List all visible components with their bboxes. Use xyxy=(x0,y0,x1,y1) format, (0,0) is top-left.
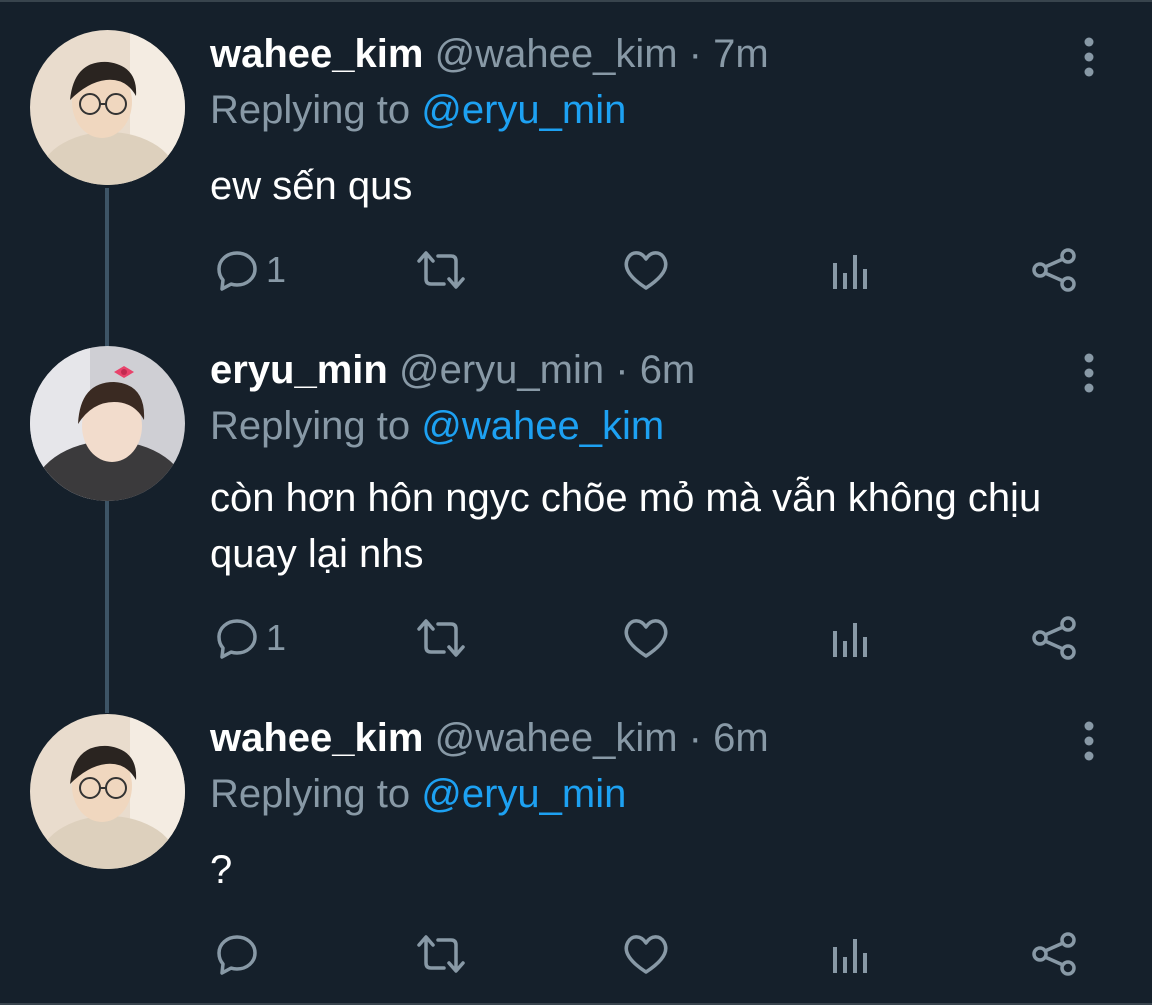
replying-to-line: Replying to @eryu_min xyxy=(210,770,626,818)
analytics-icon xyxy=(833,623,867,657)
separator-dot: · xyxy=(688,716,702,760)
like-icon xyxy=(624,251,668,290)
like-button[interactable] xyxy=(622,242,670,298)
retweet-icon xyxy=(417,251,465,289)
share-icon xyxy=(1032,248,1076,292)
replying-to-line: Replying to @eryu_min xyxy=(210,86,626,134)
retweet-icon xyxy=(417,619,465,657)
display-name[interactable]: eryu_min xyxy=(210,348,388,392)
replying-to-label: Replying to xyxy=(210,404,411,448)
more-icon[interactable] xyxy=(1074,714,1104,762)
share-button[interactable] xyxy=(1030,242,1078,298)
avatar-wahee-kim[interactable] xyxy=(30,30,185,185)
handle[interactable]: @wahee_kim xyxy=(435,716,678,760)
reply-icon xyxy=(217,619,257,659)
analytics-button[interactable] xyxy=(830,610,870,666)
retweet-button[interactable] xyxy=(414,610,468,666)
handle[interactable]: @eryu_min xyxy=(399,348,604,392)
replying-to-label: Replying to xyxy=(210,88,411,132)
reply-button[interactable] xyxy=(214,926,266,982)
more-icon[interactable] xyxy=(1074,346,1104,394)
handle[interactable]: @wahee_kim xyxy=(435,32,678,76)
retweet-button[interactable] xyxy=(414,926,468,982)
replying-to-mention[interactable]: @eryu_min xyxy=(421,772,626,816)
action-bar xyxy=(0,926,1152,982)
share-icon xyxy=(1032,616,1076,660)
reply-button[interactable]: 1 xyxy=(214,242,286,298)
retweet-icon xyxy=(417,935,465,973)
more-icon[interactable] xyxy=(1074,30,1104,78)
share-icon xyxy=(1032,932,1076,976)
top-divider xyxy=(0,0,1152,2)
tweet-header: wahee_kim @wahee_kim · 7m xyxy=(210,30,769,78)
action-bar: 1 xyxy=(0,242,1152,298)
replying-to-mention[interactable]: @wahee_kim xyxy=(421,404,664,448)
reply-count: 1 xyxy=(266,249,287,290)
avatar-eryu-min[interactable] xyxy=(30,346,185,501)
reply-icon xyxy=(217,251,257,291)
tweet-text: còn hơn hôn ngyc chõe mỏ mà vẫn không ch… xyxy=(210,476,1042,576)
reply-count: 1 xyxy=(266,617,287,658)
reply-button[interactable]: 1 xyxy=(214,610,286,666)
like-button[interactable] xyxy=(622,610,670,666)
replying-to-label: Replying to xyxy=(210,772,411,816)
replying-to-line: Replying to @wahee_kim xyxy=(210,402,664,450)
share-button[interactable] xyxy=(1030,926,1078,982)
display-name[interactable]: wahee_kim xyxy=(210,32,423,76)
share-button[interactable] xyxy=(1030,610,1078,666)
analytics-button[interactable] xyxy=(830,926,870,982)
timestamp[interactable]: 7m xyxy=(713,32,769,76)
tweet-text: ew sến qus xyxy=(210,164,413,208)
like-icon xyxy=(624,619,668,658)
analytics-icon xyxy=(833,939,867,973)
timestamp[interactable]: 6m xyxy=(640,348,696,392)
tweet-header: wahee_kim @wahee_kim · 6m xyxy=(210,714,769,762)
action-bar: 1 xyxy=(0,610,1152,666)
like-icon xyxy=(624,935,668,974)
replying-to-mention[interactable]: @eryu_min xyxy=(421,88,626,132)
tweet-text: ? xyxy=(210,848,233,892)
avatar-wahee-kim[interactable] xyxy=(30,714,185,869)
reply-icon xyxy=(217,935,257,975)
separator-dot: · xyxy=(615,348,629,392)
like-button[interactable] xyxy=(622,926,670,982)
display-name[interactable]: wahee_kim xyxy=(210,716,423,760)
timestamp[interactable]: 6m xyxy=(713,716,769,760)
analytics-button[interactable] xyxy=(830,242,870,298)
analytics-icon xyxy=(833,255,867,289)
retweet-button[interactable] xyxy=(414,242,468,298)
tweet-header: eryu_min @eryu_min · 6m xyxy=(210,346,695,394)
separator-dot: · xyxy=(688,32,702,76)
